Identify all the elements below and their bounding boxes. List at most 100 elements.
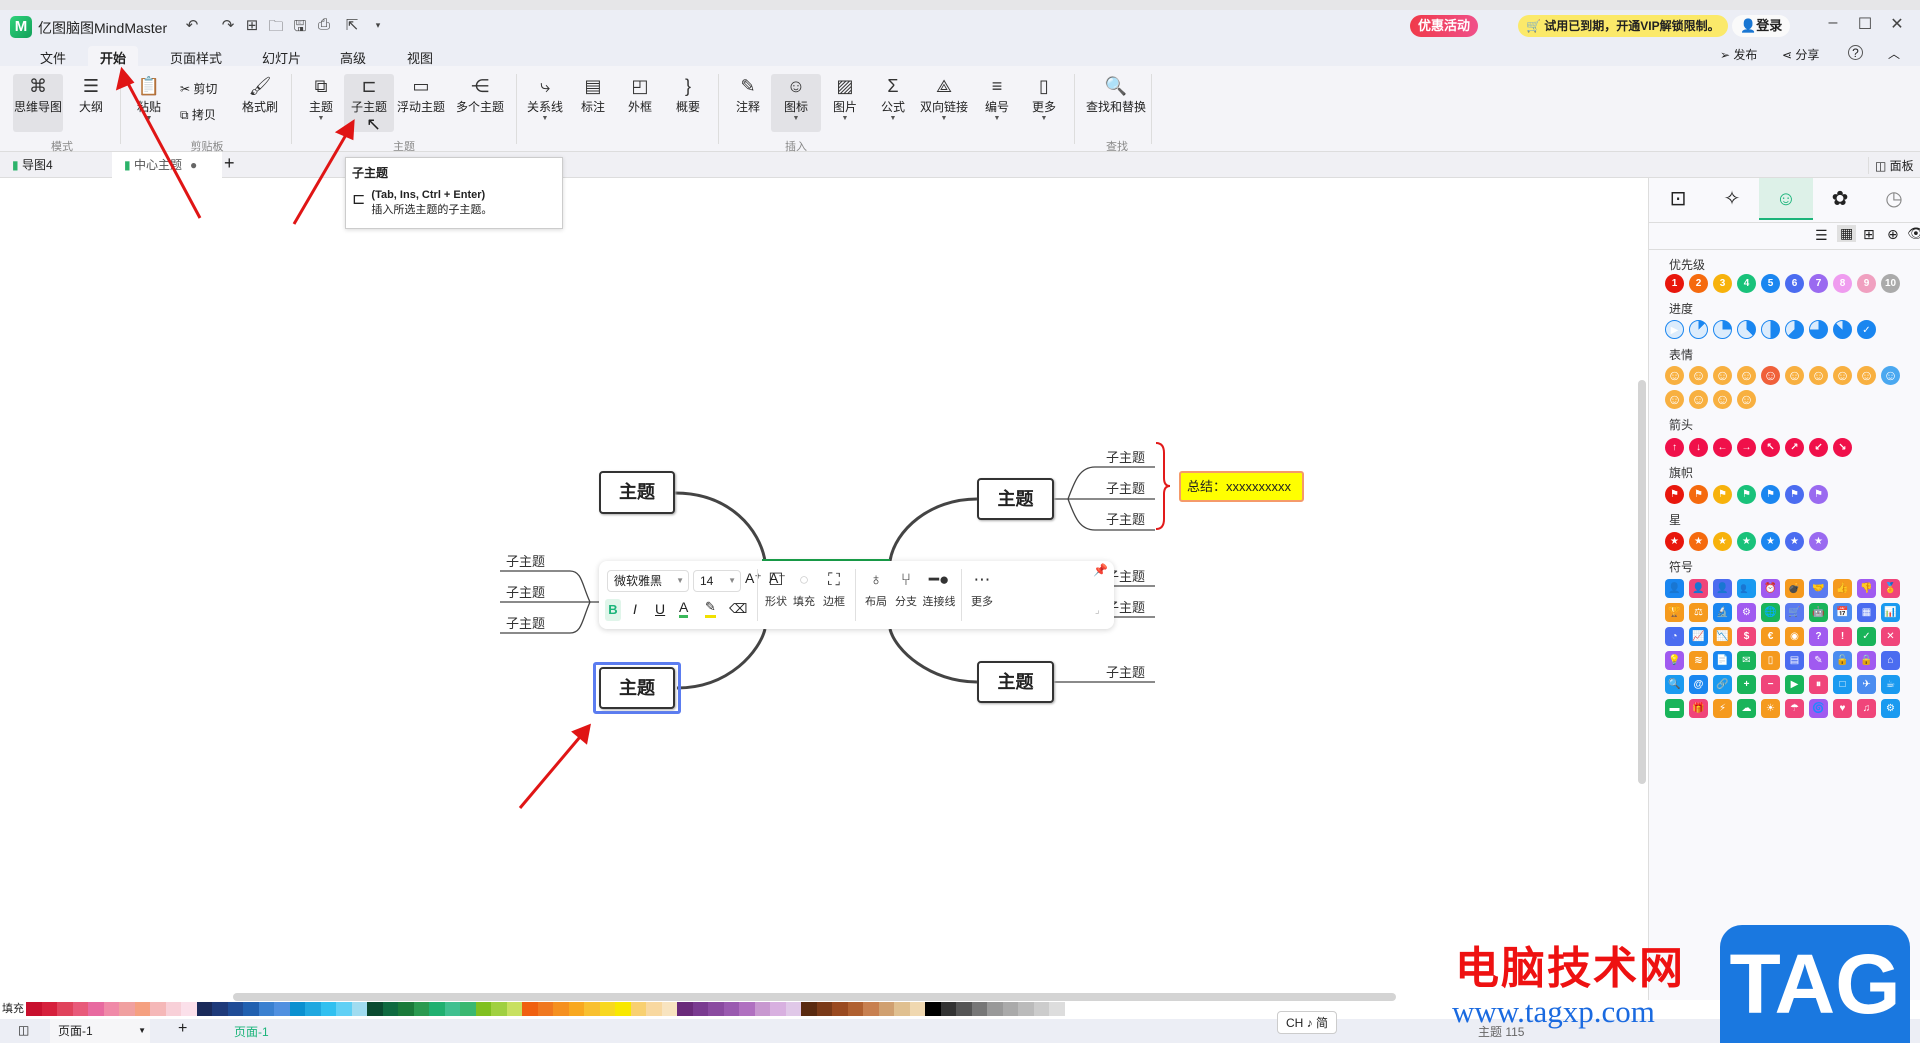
priority-icon[interactable]: 10 <box>1881 274 1900 293</box>
emoji-icon[interactable]: ☺ <box>1689 390 1708 409</box>
color-swatch[interactable] <box>925 1002 941 1016</box>
emoji-icon[interactable]: ☺ <box>1665 390 1684 409</box>
color-swatch[interactable] <box>289 1002 305 1016</box>
color-swatch[interactable] <box>847 1002 863 1016</box>
symbol-icon[interactable]: ☕ <box>1881 675 1900 694</box>
arrow-icon[interactable]: ↑ <box>1665 438 1684 457</box>
color-swatch[interactable] <box>785 1002 801 1016</box>
color-swatch[interactable] <box>150 1002 166 1016</box>
symbol-icon[interactable]: ♥ <box>1833 699 1852 718</box>
color-swatch[interactable] <box>863 1002 879 1016</box>
symbol-icon[interactable]: 👎 <box>1857 579 1876 598</box>
star-icon[interactable]: ★ <box>1737 532 1756 551</box>
collapse-icon[interactable]: ⌟ <box>1095 605 1100 616</box>
subtopic-node[interactable]: 子主题 <box>1106 662 1145 681</box>
arrow-icon[interactable]: → <box>1737 438 1756 457</box>
color-swatch[interactable] <box>537 1002 553 1016</box>
symbol-icon[interactable]: 👥 <box>1737 579 1756 598</box>
symbol-icon[interactable]: 🏅 <box>1881 579 1900 598</box>
color-swatch[interactable] <box>584 1002 600 1016</box>
flag-icon[interactable]: ⚑ <box>1665 485 1684 504</box>
symbol-icon[interactable]: ⏸ <box>1809 675 1828 694</box>
symbol-icon[interactable]: $ <box>1737 627 1756 646</box>
star-icon[interactable]: ★ <box>1689 532 1708 551</box>
flag-icon[interactable]: ⚑ <box>1761 485 1780 504</box>
priority-icon[interactable]: 1 <box>1665 274 1684 293</box>
symbol-icon[interactable]: 📈 <box>1689 627 1708 646</box>
symbol-icon[interactable]: ⚡ <box>1713 699 1732 718</box>
symbol-icon[interactable]: 🏆 <box>1665 603 1684 622</box>
symbol-icon[interactable]: 👤 <box>1689 579 1708 598</box>
color-swatch[interactable] <box>444 1002 460 1016</box>
color-swatch[interactable] <box>491 1002 507 1016</box>
color-swatch[interactable] <box>615 1002 631 1016</box>
font-family-select[interactable]: 微软雅黑 ▼ <box>607 570 689 592</box>
emoji-icon[interactable]: ☺ <box>1713 366 1732 385</box>
color-swatch[interactable] <box>88 1002 104 1016</box>
layout-button[interactable]: ♁ 布局 <box>861 567 891 609</box>
color-swatch[interactable] <box>739 1002 755 1016</box>
star-icon[interactable]: ★ <box>1761 532 1780 551</box>
emoji-icon[interactable]: ☺ <box>1833 366 1852 385</box>
symbol-icon[interactable]: □ <box>1833 675 1852 694</box>
connector-button[interactable]: ━● 连接线 <box>921 567 957 609</box>
color-swatch[interactable] <box>692 1002 708 1016</box>
symbol-icon[interactable]: 📊 <box>1881 603 1900 622</box>
panel-tab-ai[interactable]: ✧ <box>1705 178 1759 220</box>
border-button[interactable]: ⛶ 边框 <box>819 567 849 609</box>
symbol-icon[interactable]: 🤖 <box>1809 603 1828 622</box>
pin-icon[interactable]: 📌 <box>1093 563 1108 577</box>
color-swatch[interactable] <box>134 1002 150 1016</box>
color-swatch[interactable] <box>646 1002 662 1016</box>
color-swatch[interactable] <box>165 1002 181 1016</box>
color-swatch[interactable] <box>196 1002 212 1016</box>
emoji-icon[interactable]: ☺ <box>1761 366 1780 385</box>
italic-button[interactable]: I <box>633 601 637 617</box>
horizontal-scrollbar[interactable] <box>233 993 1396 1001</box>
symbol-icon[interactable]: 💣 <box>1785 579 1804 598</box>
symbol-icon[interactable]: 👍 <box>1833 579 1852 598</box>
symbol-icon[interactable]: ▬ <box>1665 699 1684 718</box>
symbol-icon[interactable]: + <box>1737 675 1756 694</box>
symbol-icon[interactable]: ⚖ <box>1689 603 1708 622</box>
color-swatch[interactable] <box>1002 1002 1018 1016</box>
color-swatch[interactable] <box>1018 1002 1034 1016</box>
color-swatch[interactable] <box>367 1002 383 1016</box>
progress-icon[interactable] <box>1761 320 1780 339</box>
symbol-icon[interactable]: @ <box>1689 675 1708 694</box>
topic-node[interactable]: 主题 <box>977 661 1054 703</box>
list-view-icon[interactable]: ☰ <box>1815 227 1828 244</box>
symbol-icon[interactable]: ▤ <box>1785 651 1804 670</box>
flag-icon[interactable]: ⚑ <box>1737 485 1756 504</box>
flag-icon[interactable]: ⚑ <box>1713 485 1732 504</box>
page-tab[interactable]: 页面-1 <box>234 1023 269 1040</box>
symbol-icon[interactable]: ☂ <box>1785 699 1804 718</box>
arrow-icon[interactable]: ← <box>1713 438 1732 457</box>
flag-icon[interactable]: ⚑ <box>1785 485 1804 504</box>
symbol-icon[interactable]: 🌐 <box>1761 603 1780 622</box>
color-swatch[interactable] <box>398 1002 414 1016</box>
arrow-icon[interactable]: ↙ <box>1809 438 1828 457</box>
shape-button[interactable]: ☐ 形状 <box>763 567 789 609</box>
grid-view-icon[interactable]: ▦ <box>1837 225 1857 242</box>
priority-icon[interactable]: 8 <box>1833 274 1852 293</box>
symbol-icon[interactable]: 👤 <box>1665 579 1684 598</box>
star-icon[interactable]: ★ <box>1665 532 1684 551</box>
underline-button[interactable]: U <box>655 601 665 617</box>
progress-icon[interactable]: ✓ <box>1857 320 1876 339</box>
priority-icon[interactable]: 7 <box>1809 274 1828 293</box>
panel-tab-icons[interactable]: ☺ <box>1759 178 1813 220</box>
add-page-button[interactable]: + <box>178 1020 187 1038</box>
arrow-icon[interactable]: ↘ <box>1833 438 1852 457</box>
emoji-icon[interactable]: ☺ <box>1713 390 1732 409</box>
priority-icon[interactable]: 3 <box>1713 274 1732 293</box>
branch-button[interactable]: ⑂ 分支 <box>891 567 921 609</box>
emoji-icon[interactable]: ☺ <box>1689 366 1708 385</box>
subtopic-node[interactable]: 子主题 <box>1106 447 1145 466</box>
symbol-icon[interactable]: ▦ <box>1857 603 1876 622</box>
subtopic-node[interactable]: 子主题 <box>1106 478 1145 497</box>
symbol-icon[interactable]: 📄 <box>1713 651 1732 670</box>
progress-icon[interactable] <box>1737 320 1756 339</box>
color-swatch[interactable] <box>506 1002 522 1016</box>
flag-icon[interactable]: ⚑ <box>1809 485 1828 504</box>
